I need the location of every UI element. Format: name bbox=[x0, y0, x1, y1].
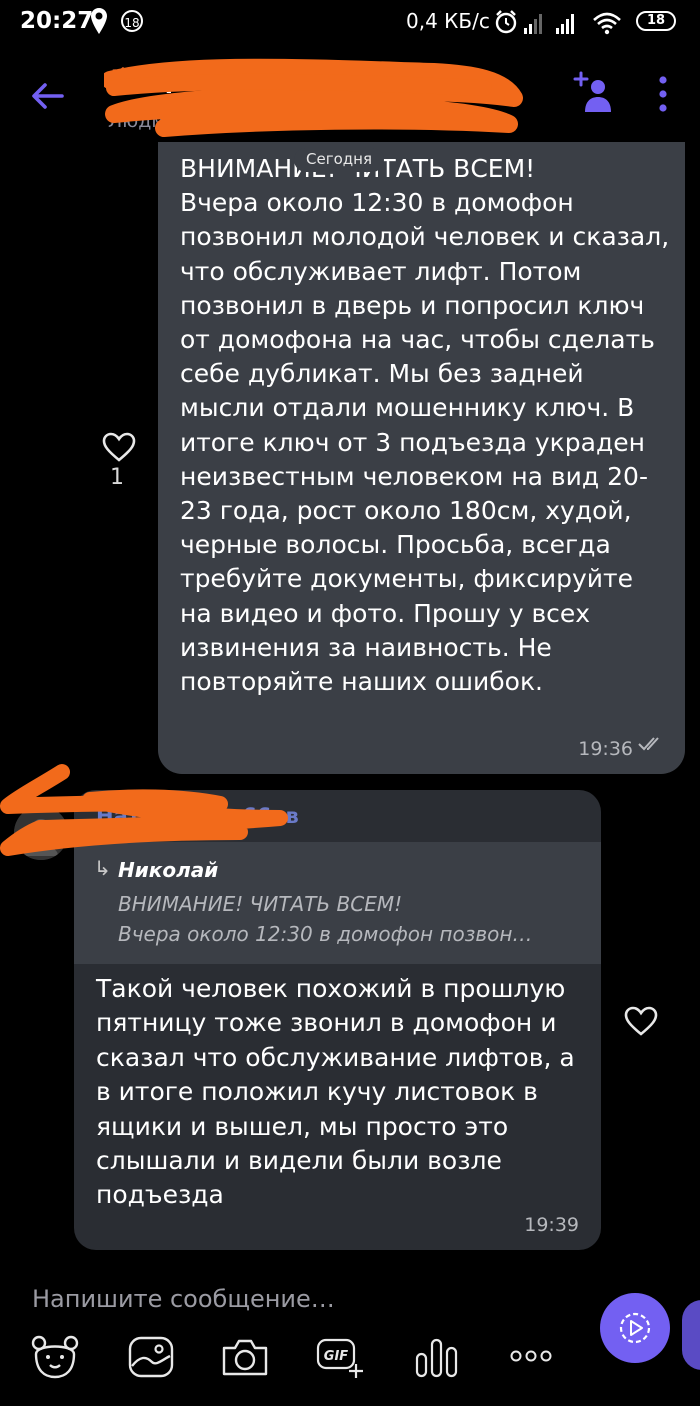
battery-indicator: 18 bbox=[636, 11, 676, 31]
image-icon bbox=[128, 1336, 174, 1378]
voice-video-message-button[interactable] bbox=[600, 1293, 670, 1363]
gif-label: GIF bbox=[324, 1349, 349, 1364]
gallery-button[interactable] bbox=[126, 1334, 176, 1380]
status-icons bbox=[494, 8, 632, 42]
message-text: ВНИМАНИЕ! ЧИТАТЬ ВСЕМ! Вчера около 12:30… bbox=[180, 154, 670, 697]
bear-face-icon bbox=[31, 1335, 79, 1379]
chat-title-area[interactable]: 🏠 Ярошевск… 🏠 Людмила, 1796… Голова вая … bbox=[104, 58, 544, 138]
secondary-action-button[interactable] bbox=[682, 1300, 700, 1370]
sticker-button[interactable] bbox=[30, 1334, 80, 1380]
redaction-scribble bbox=[104, 58, 523, 137]
message-time: 19:39 bbox=[524, 1214, 579, 1236]
read-receipt-icon bbox=[637, 736, 665, 756]
chat-header: 🏠 Ярошевск… 🏠 Людмила, 1796… Голова вая … bbox=[0, 46, 700, 142]
gif-icon: GIF bbox=[316, 1338, 363, 1378]
message-list[interactable]: ВНИМАНИЕ! ЧИТАТЬ ВСЕМ! Вчера около 12:30… bbox=[0, 142, 700, 1252]
outgoing-message[interactable]: ВНИМАНИЕ! ЧИТАТЬ ВСЕМ! Вчера около 12:30… bbox=[158, 142, 685, 774]
location-pin-icon bbox=[90, 6, 108, 40]
message-time: 19:36 bbox=[578, 738, 633, 760]
more-actions-button[interactable] bbox=[506, 1334, 556, 1380]
heart-icon bbox=[102, 432, 136, 462]
like-count: 1 bbox=[110, 465, 124, 490]
heart-icon bbox=[624, 1006, 658, 1036]
status-time: 20:27 bbox=[20, 8, 94, 34]
signal-icon-1 bbox=[524, 14, 542, 34]
poll-icon bbox=[415, 1338, 458, 1378]
play-circle-icon bbox=[619, 1312, 651, 1344]
back-button[interactable] bbox=[28, 76, 68, 116]
wifi-icon bbox=[593, 12, 621, 35]
message-input[interactable] bbox=[30, 1278, 554, 1320]
quote-text-line2: Вчера около 12:30 в домофон позвон… bbox=[118, 922, 533, 946]
like-button[interactable] bbox=[102, 432, 136, 462]
message-composer: GIF bbox=[0, 1252, 700, 1406]
arrow-left-icon bbox=[32, 83, 64, 109]
more-vertical-icon bbox=[659, 76, 667, 112]
camera-icon bbox=[222, 1339, 268, 1376]
notification-badge: 18 bbox=[121, 10, 143, 32]
alarm-icon bbox=[495, 10, 517, 34]
more-options-button[interactable] bbox=[650, 72, 676, 116]
message-text: Такой человек похожий в прошлую пятницу … bbox=[96, 974, 583, 1210]
more-horizontal-icon bbox=[510, 1350, 552, 1362]
signal-icon-2 bbox=[556, 14, 574, 34]
quote-text-line1: ВНИМАНИЕ! ЧИТАТЬ ВСЕМ! bbox=[118, 892, 403, 916]
poll-button[interactable] bbox=[412, 1334, 462, 1380]
camera-button[interactable] bbox=[220, 1334, 270, 1380]
add-person-icon bbox=[573, 71, 611, 112]
redaction-scribble bbox=[0, 764, 288, 856]
gif-button[interactable]: GIF bbox=[316, 1334, 366, 1380]
network-speed: 0,4 КБ/с bbox=[406, 9, 490, 33]
status-bar: 20:27 18 0,4 КБ/с 18 bbox=[0, 0, 700, 46]
add-participant-button[interactable] bbox=[573, 70, 613, 114]
like-button[interactable] bbox=[624, 1006, 658, 1036]
date-separator: Сегодня bbox=[294, 148, 384, 172]
